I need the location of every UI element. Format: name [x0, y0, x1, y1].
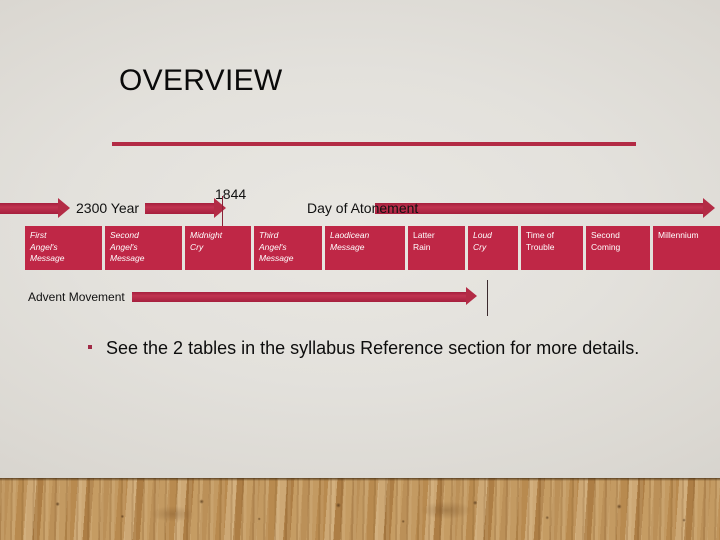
label-advent-movement: Advent Movement	[28, 290, 125, 304]
timeline-event-cell: Second Coming	[586, 226, 650, 270]
bullet-item-text: See the 2 tables in the syllabus Referen…	[106, 338, 640, 358]
label-day-of-atonement: Day of Atonement	[307, 200, 419, 216]
timeline-event-table: First Angel's Message Second Angel's Mess…	[25, 226, 720, 270]
day-of-atonement-arrow-icon	[703, 198, 715, 218]
slide: OVERVIEW 2300 Year 1844 Day of Atonement…	[0, 0, 720, 540]
floor-knots	[0, 478, 720, 540]
2300-year-arrow-icon	[58, 198, 70, 218]
timeline-event-cell: Laodicean Message	[325, 226, 405, 270]
label-2300-year: 2300 Year	[76, 200, 140, 216]
timeline-event-cell: Latter Rain	[408, 226, 465, 270]
advent-movement-arrow-icon	[466, 287, 477, 305]
label-1844: 1844	[215, 186, 247, 202]
2300-year-arrow-bar	[0, 203, 60, 214]
advent-movement-arrow-bar	[132, 292, 469, 302]
timeline-event-cell: Third Angel's Message	[254, 226, 322, 270]
day-of-atonement-arrow-bar	[375, 203, 708, 214]
bullet-dot-icon	[88, 345, 92, 349]
wooden-floor-background	[0, 478, 720, 540]
timeline-event-cell: Time of Trouble	[521, 226, 583, 270]
page-title: OVERVIEW	[119, 64, 283, 97]
timeline-event-cell: Millennium	[653, 226, 720, 270]
1844-arrow-bar	[145, 203, 219, 214]
bullet-list: See the 2 tables in the syllabus Referen…	[88, 334, 658, 363]
timeline-event-cell: Midnight Cry	[185, 226, 251, 270]
title-underline-rule	[112, 142, 636, 146]
timeline-event-cell: Second Angel's Message	[105, 226, 182, 270]
floor-top-edge	[0, 478, 720, 481]
advent-movement-end-tick	[487, 280, 488, 316]
timeline-event-cell: First Angel's Message	[25, 226, 102, 270]
timeline-event-cell: Loud Cry	[468, 226, 518, 270]
1844-tick-mark	[222, 196, 223, 228]
